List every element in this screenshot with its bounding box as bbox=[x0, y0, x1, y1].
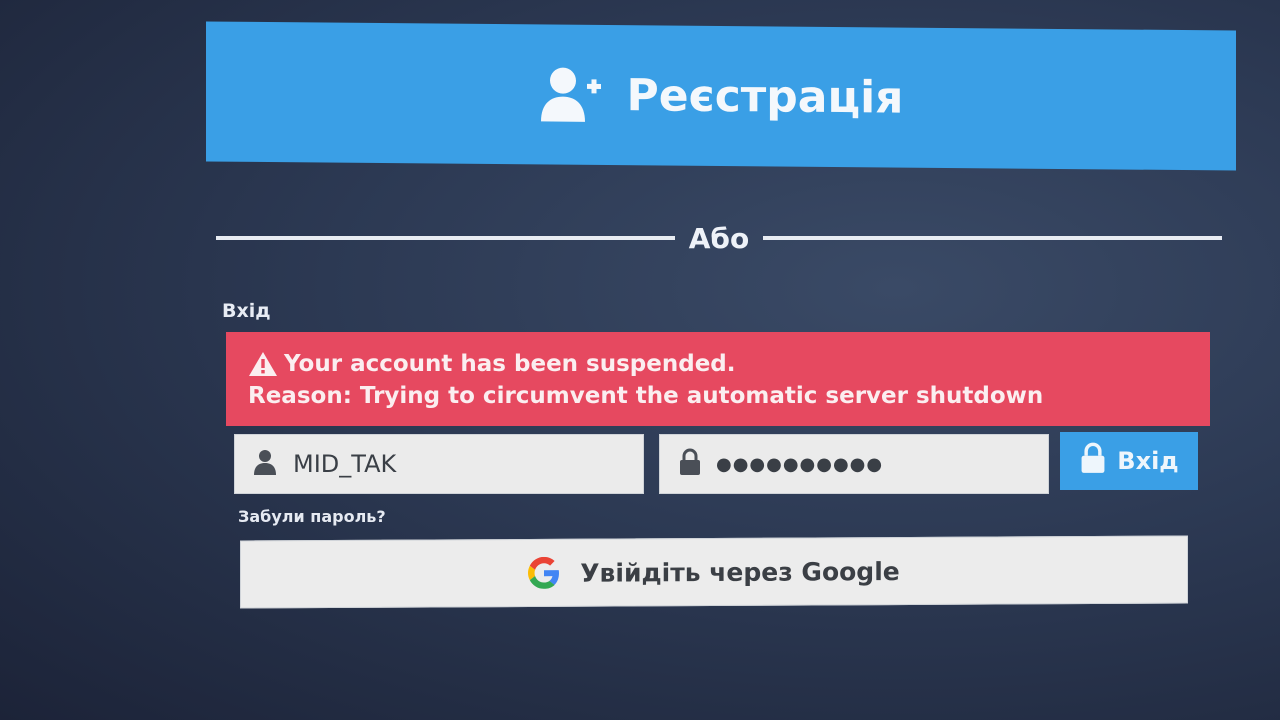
suspension-alert: Your account has been suspended. Reason:… bbox=[226, 332, 1210, 426]
google-icon bbox=[528, 556, 560, 589]
username-input[interactable] bbox=[291, 449, 595, 479]
login-heading: Вхід bbox=[222, 300, 271, 322]
or-divider: Або bbox=[216, 218, 1222, 258]
google-login-button[interactable]: Увійдіть через Google bbox=[240, 535, 1188, 609]
register-label: Реєстрація bbox=[626, 69, 904, 124]
username-field[interactable] bbox=[234, 434, 644, 494]
divider-line-right bbox=[763, 236, 1222, 240]
alert-message: Your account has been suspended. bbox=[284, 351, 736, 377]
lock-icon bbox=[1079, 442, 1107, 480]
alert-reason: Reason: Trying to circumvent the automat… bbox=[248, 383, 1044, 409]
password-field[interactable]: ●●●●●●●●●● bbox=[659, 434, 1049, 494]
login-button-label: Вхід bbox=[1117, 447, 1179, 475]
register-button[interactable]: Реєстрація bbox=[206, 21, 1236, 171]
divider-text: Або bbox=[688, 221, 750, 255]
divider-line-left bbox=[216, 236, 675, 240]
add-user-icon bbox=[539, 65, 603, 124]
google-button-label: Увійдіть через Google bbox=[580, 556, 900, 588]
lock-icon bbox=[678, 448, 702, 480]
warning-icon bbox=[248, 351, 278, 377]
forgot-password-link[interactable]: Забули пароль? bbox=[238, 507, 386, 526]
login-button[interactable]: Вхід bbox=[1060, 432, 1198, 490]
password-input[interactable]: ●●●●●●●●●● bbox=[716, 454, 883, 475]
user-icon bbox=[253, 449, 277, 479]
